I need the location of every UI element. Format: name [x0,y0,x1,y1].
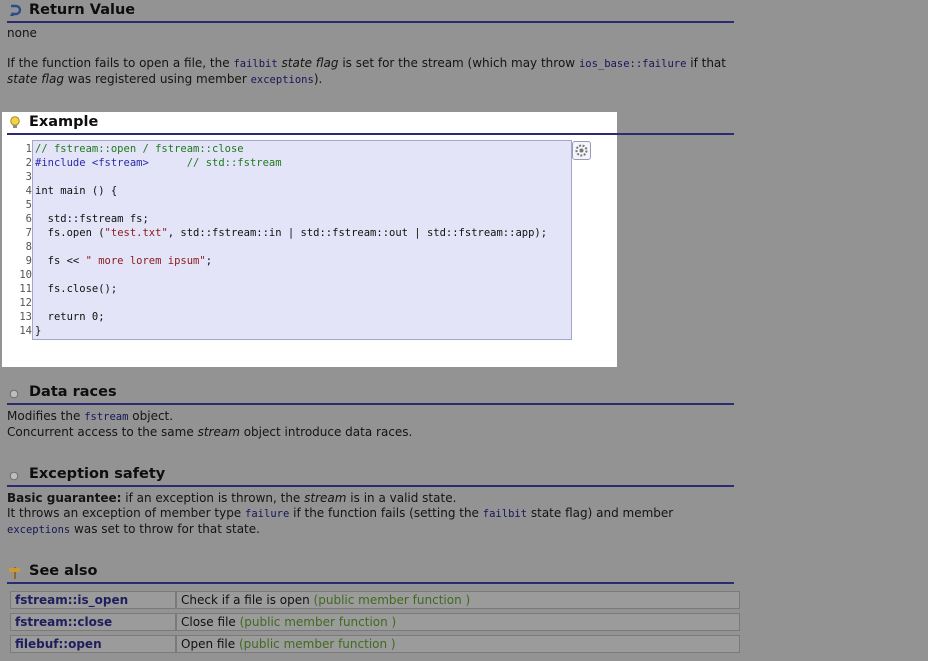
see-also-link-is-open[interactable]: fstream::is_open [10,591,176,609]
data-races-heading: Data races [7,384,734,405]
bullet-circle-icon [9,389,19,399]
example-heading: Example [7,114,734,135]
code-listing[interactable]: // fstream::open / fstream::close #inclu… [35,142,547,338]
example-title: Example [29,114,99,130]
exceptions-link[interactable]: exceptions [251,74,314,86]
data-races-text: Modifies the fstream object. Concurrent … [7,409,413,439]
table-row: filebuf::open Open file (public member f… [10,635,740,653]
see-also-link-filebuf-open[interactable]: filebuf::open [10,635,176,653]
code-options-gear-icon[interactable] [572,141,591,160]
return-value-none: none [7,26,37,40]
return-value-description: If the function fails to open a file, th… [7,56,726,86]
bullet-circle-icon [9,471,19,481]
see-also-heading: See also [7,563,734,584]
see-also-desc: Check if a file is open (public member f… [176,591,740,609]
fstream-link[interactable]: fstream [84,411,128,423]
ios-base-failure-link[interactable]: ios_base::failure [579,58,686,70]
exception-safety-title: Exception safety [29,466,166,482]
exception-safety-text: Basic guarantee: if an exception is thro… [7,491,674,536]
table-row: fstream::is_open Check if a file is open… [10,591,740,609]
lightbulb-icon [10,116,20,128]
line-numbers: 1 2 3 4 5 6 7 8 9 10 11 12 13 14 [19,143,32,337]
reference-page: Return Value none If the function fails … [0,0,928,661]
return-arrow-icon [10,4,22,16]
return-value-title: Return Value [29,2,136,18]
return-value-heading: Return Value [7,2,734,23]
table-row: fstream::close Close file (public member… [10,613,740,631]
failure-link[interactable]: failure [245,508,289,520]
failbit-link-2[interactable]: failbit [483,508,527,520]
signpost-icon [9,567,21,579]
see-also-table: fstream::is_open Check if a file is open… [10,587,740,657]
see-also-link-close[interactable]: fstream::close [10,613,176,631]
failbit-link[interactable]: failbit [233,58,277,70]
data-races-title: Data races [29,384,117,400]
exceptions-link-2[interactable]: exceptions [7,524,70,536]
see-also-desc: Close file (public member function ) [176,613,740,631]
see-also-title: See also [29,563,98,579]
exception-safety-heading: Exception safety [7,466,734,487]
see-also-desc: Open file (public member function ) [176,635,740,653]
